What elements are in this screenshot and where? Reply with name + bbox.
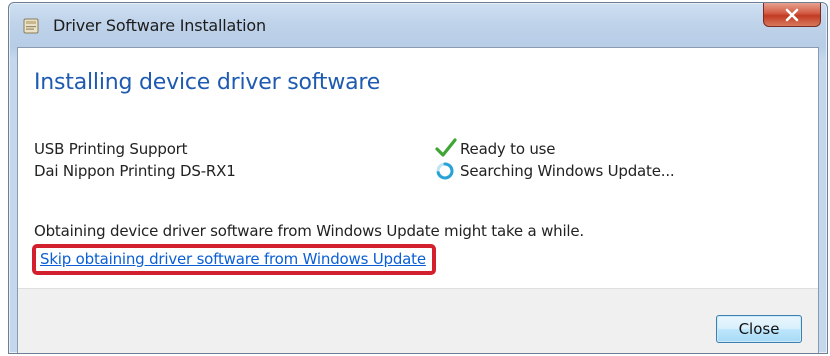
page-title: Installing device driver software bbox=[34, 70, 381, 95]
window-close-button[interactable] bbox=[763, 3, 821, 27]
close-icon bbox=[785, 8, 799, 21]
status-ready: Ready to use bbox=[460, 140, 556, 158]
searching-spinner-icon bbox=[435, 161, 455, 185]
device-name-dai-nippon-ds-rx1: Dai Nippon Printing DS-RX1 bbox=[34, 162, 236, 180]
status-searching: Searching Windows Update... bbox=[460, 162, 675, 180]
green-check-icon bbox=[435, 138, 457, 162]
skip-windows-update-link[interactable]: Skip obtaining driver software from Wind… bbox=[32, 244, 436, 275]
driver-installation-icon bbox=[21, 17, 43, 35]
wait-notice: Obtaining device driver software from Wi… bbox=[34, 222, 584, 240]
dialog-content: Installing device driver software USB Pr… bbox=[17, 47, 819, 353]
close-button[interactable]: Close bbox=[716, 315, 802, 343]
driver-installation-window: Driver Software Installation Installing … bbox=[8, 2, 828, 354]
button-bar: Close bbox=[18, 288, 818, 353]
title-bar: Driver Software Installation bbox=[9, 3, 827, 45]
window-title: Driver Software Installation bbox=[53, 16, 266, 35]
device-name-usb-printing-support: USB Printing Support bbox=[34, 140, 188, 158]
